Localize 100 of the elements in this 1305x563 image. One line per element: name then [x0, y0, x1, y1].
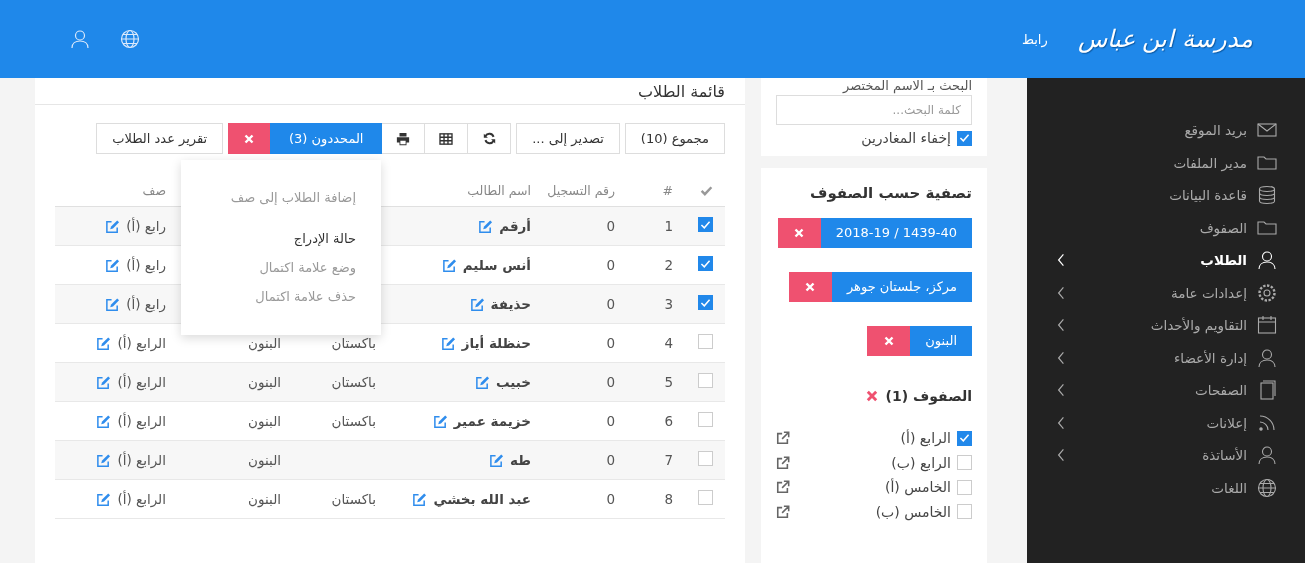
- table-cell: الرابع (أ): [117, 335, 166, 351]
- external-link-icon[interactable]: [776, 480, 790, 495]
- external-link-icon[interactable]: [776, 504, 790, 519]
- table-cell: باكستان: [331, 374, 376, 390]
- table-cell: باكستان: [331, 491, 376, 507]
- table-cell: باكستان: [331, 335, 376, 351]
- clear-selection-button[interactable]: [228, 123, 271, 154]
- rss-icon: [1257, 412, 1277, 433]
- edit-icon[interactable]: [105, 296, 121, 312]
- sidebar-item[interactable]: إعدادات عامة: [1027, 276, 1305, 309]
- sidebar-item[interactable]: بريد الموقع: [1027, 114, 1305, 147]
- page-title: قائمة الطلاب: [638, 81, 725, 101]
- student-name[interactable]: خزيمة عمير: [453, 413, 531, 429]
- edit-icon[interactable]: [478, 218, 494, 234]
- checkbox[interactable]: [957, 130, 972, 146]
- sidebar-item[interactable]: الطلاب: [1027, 244, 1305, 277]
- student-name[interactable]: خبيب: [495, 374, 531, 390]
- student-name[interactable]: حذيفة: [490, 296, 531, 312]
- table-cell: رابع (أ): [126, 296, 166, 312]
- checkbox[interactable]: [957, 504, 972, 520]
- user-icon[interactable]: [70, 29, 90, 49]
- sidebar-item[interactable]: الصفحات: [1027, 374, 1305, 407]
- link[interactable]: رابط: [1021, 31, 1048, 47]
- chevron-icon: [1057, 350, 1065, 365]
- toolbar-button[interactable]: مجموع (10): [624, 123, 725, 154]
- checkbox[interactable]: [957, 430, 972, 446]
- globe-icon[interactable]: [120, 29, 140, 49]
- sidebar-item[interactable]: الصفوف: [1027, 211, 1305, 244]
- row-checkbox[interactable]: [698, 295, 713, 311]
- edit-icon[interactable]: [96, 413, 112, 429]
- student-name[interactable]: أنس سليم: [462, 257, 531, 273]
- remove-button[interactable]: [788, 272, 832, 302]
- edit-icon[interactable]: [474, 374, 490, 390]
- edit-icon[interactable]: [96, 374, 112, 390]
- edit-icon[interactable]: [96, 491, 112, 507]
- external-link-icon[interactable]: [776, 455, 790, 470]
- student-name[interactable]: أرقم: [499, 218, 531, 234]
- table-button[interactable]: [424, 123, 469, 154]
- checkbox[interactable]: [957, 455, 972, 471]
- table-cell: 6: [664, 413, 673, 429]
- table-icon: [439, 132, 454, 145]
- edit-icon[interactable]: [105, 218, 121, 234]
- sidebar-item[interactable]: التقاويم والأحداث: [1027, 309, 1305, 342]
- school-logo[interactable]: مدرسة ابن عباس: [1077, 25, 1253, 53]
- table-cell: البنون: [248, 374, 281, 390]
- row-checkbox[interactable]: [698, 373, 713, 388]
- row-checkbox[interactable]: [698, 490, 713, 505]
- row-checkbox[interactable]: [698, 256, 713, 272]
- edit-icon[interactable]: [440, 335, 456, 351]
- user-icon: [1257, 347, 1277, 368]
- clear-icon[interactable]: [865, 390, 878, 402]
- external-link-icon[interactable]: [776, 431, 790, 446]
- toolbar-button[interactable]: تقرير عدد الطلاب: [96, 123, 224, 154]
- edit-icon[interactable]: [105, 257, 121, 273]
- chevron-icon: [1057, 318, 1065, 333]
- menu-item[interactable]: حالة الإدراج: [181, 231, 356, 260]
- edit-icon[interactable]: [469, 296, 485, 312]
- close-icon: [805, 282, 816, 292]
- table-cell: 0: [606, 452, 615, 468]
- column-header: #: [662, 182, 673, 198]
- row-checkbox[interactable]: [698, 334, 713, 349]
- student-name[interactable]: حنظلة أياز: [461, 335, 531, 351]
- column-header: صف: [142, 182, 166, 198]
- search-field[interactable]: كلمة البحث...: [776, 95, 972, 125]
- sidebar-item[interactable]: قاعدة البيانات: [1027, 179, 1305, 212]
- sidebar-item[interactable]: مدير الملفات: [1027, 146, 1305, 179]
- edit-icon[interactable]: [489, 452, 505, 468]
- edit-icon[interactable]: [432, 413, 448, 429]
- filter-title: تصفية حسب الصفوف: [809, 184, 972, 202]
- remove-button[interactable]: [777, 218, 821, 248]
- sidebar-item[interactable]: اللغات: [1027, 471, 1305, 504]
- table-cell: رابع (أ): [126, 218, 166, 234]
- table-cell: الرابع (أ): [117, 374, 166, 390]
- edit-icon[interactable]: [96, 452, 112, 468]
- print-button[interactable]: [381, 123, 426, 154]
- chevron-icon: [1057, 415, 1065, 430]
- table-cell: الرابع (أ): [117, 491, 166, 507]
- table-cell: باكستان: [331, 413, 376, 429]
- table-cell: 2: [664, 257, 673, 273]
- remove-button[interactable]: [867, 326, 911, 356]
- student-name[interactable]: طه: [510, 452, 531, 468]
- classes-title: الصفوف (1): [885, 388, 972, 404]
- selected-button[interactable]: المحددون (3): [270, 123, 383, 154]
- table-cell: 0: [606, 374, 615, 390]
- student-name[interactable]: عبد الله بخشي: [433, 491, 531, 507]
- sidebar-item[interactable]: الأساتذة: [1027, 439, 1305, 472]
- sidebar-item[interactable]: إعلانات: [1027, 406, 1305, 439]
- table-cell: 8: [664, 491, 673, 507]
- edit-icon[interactable]: [441, 257, 457, 273]
- edit-icon[interactable]: [412, 491, 428, 507]
- row-checkbox[interactable]: [698, 412, 713, 427]
- toolbar-button[interactable]: تصدير إلى ...: [516, 123, 620, 154]
- row-checkbox[interactable]: [698, 451, 713, 466]
- checkbox[interactable]: [957, 479, 972, 495]
- table-cell: 0: [606, 257, 615, 273]
- edit-icon[interactable]: [96, 335, 112, 351]
- row-checkbox[interactable]: [698, 217, 713, 233]
- table-cell: 1: [664, 218, 673, 234]
- refresh-button[interactable]: [467, 123, 512, 154]
- sidebar-item[interactable]: إدارة الأعضاء: [1027, 341, 1305, 374]
